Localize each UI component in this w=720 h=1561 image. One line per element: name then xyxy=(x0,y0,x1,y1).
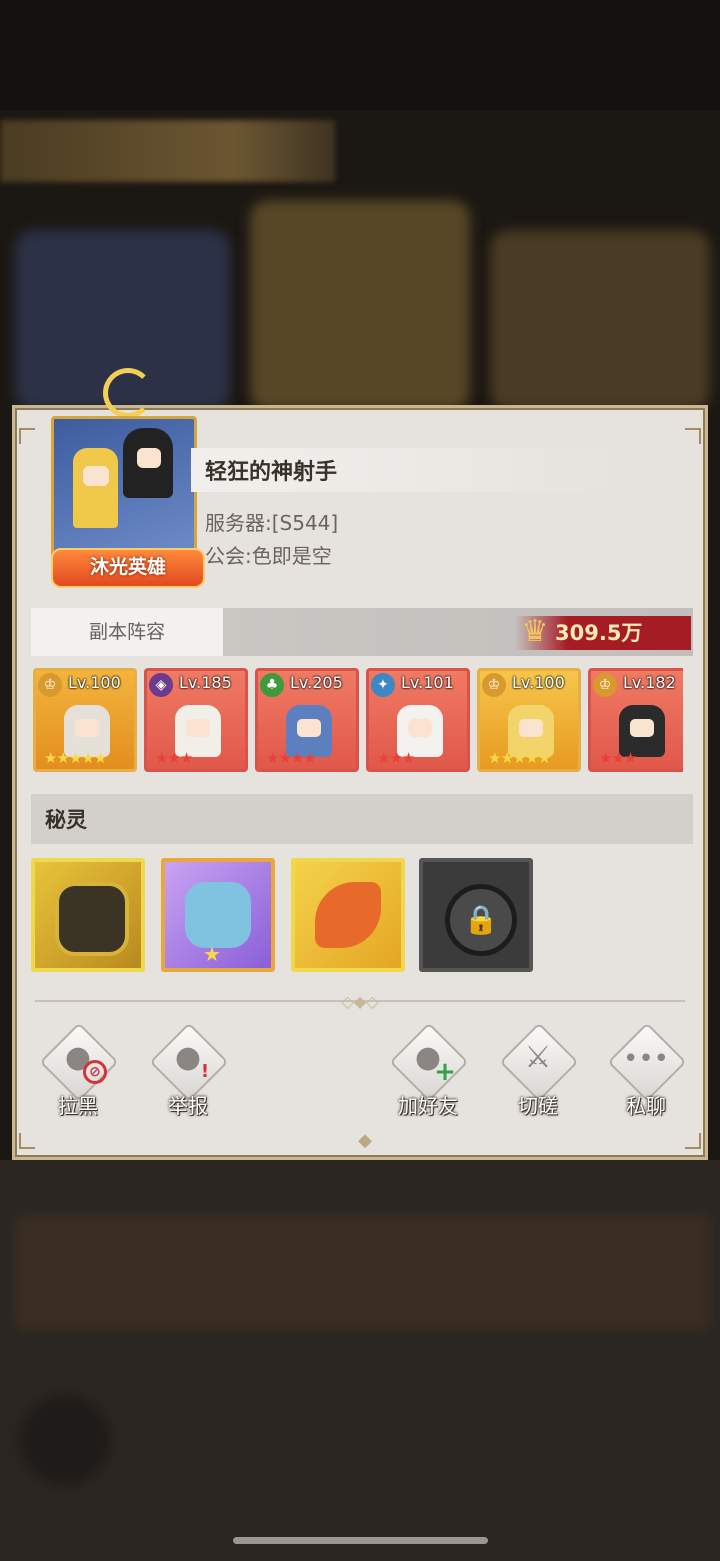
hero-stars: ★★★★★ xyxy=(488,749,551,767)
tree-icon: ♣ xyxy=(260,673,284,697)
player-info-dialog: 沐光英雄 轻狂的神射手 服务器:[S544] 公会:色即是空 副本阵容 309.… xyxy=(12,368,708,1160)
player-avatar[interactable]: 沐光英雄 xyxy=(33,368,205,588)
add-friend-label: 加好友 xyxy=(398,1094,458,1118)
hero-card[interactable]: ♔ Lv.100 ★★★★★ xyxy=(33,668,137,772)
staff-icon xyxy=(103,368,153,418)
alert-icon: ! xyxy=(200,1061,210,1082)
bg-card xyxy=(490,230,710,410)
chat-label: 私聊 xyxy=(626,1094,666,1118)
hero-card[interactable]: ♔ Lv.100 ★★★★★ xyxy=(477,668,581,772)
crown-icon: ♔ xyxy=(38,673,62,697)
hero-level: Lv.101 xyxy=(401,673,454,692)
crown-icon: ♔ xyxy=(482,673,506,697)
spirit-slot-phoenix[interactable] xyxy=(291,858,405,972)
crown-icon: ♔ xyxy=(593,673,617,697)
hero-stars: ★★★ xyxy=(155,749,193,767)
water-icon: ✦ xyxy=(371,673,395,697)
crossed-swords-icon: ⚔ xyxy=(524,1040,552,1075)
bottom-ornament: ◆ xyxy=(358,1130,372,1151)
dark-icon: ◈ xyxy=(149,673,173,697)
divider-ornament: ◇◆◇ xyxy=(341,992,379,1011)
hero-stars: ★★★★ xyxy=(266,749,317,767)
unicorn-dragon-icon xyxy=(185,882,251,948)
block-label: 拉黑 xyxy=(58,1094,98,1118)
lock-icon: 🔒 xyxy=(445,884,517,956)
hero-lineup: ♔ Lv.100 ★★★★★ ◈ Lv.185 ★★★ ♣ Lv.205 ★★★… xyxy=(33,668,683,776)
duel-button[interactable]: ⚔ 切磋 xyxy=(497,1022,579,1118)
hero-card[interactable]: ✦ Lv.101 ★★★ xyxy=(366,668,470,772)
bg-row xyxy=(15,1215,710,1330)
guild-label: 公会:色即是空 xyxy=(205,544,332,568)
hero-level: Lv.182 xyxy=(623,673,676,692)
hero-level: Lv.205 xyxy=(290,673,343,692)
report-button[interactable]: ● ! 举报 xyxy=(147,1022,229,1118)
bg-card xyxy=(250,200,470,410)
server-label: 服务器:[S544] xyxy=(205,511,339,535)
corner-ornament xyxy=(685,428,701,444)
hero-stars: ★★★ xyxy=(599,749,637,767)
plus-icon: + xyxy=(434,1057,456,1087)
chat-button[interactable]: ••• 私聊 xyxy=(605,1022,687,1118)
spirit-slot-golden-knight[interactable] xyxy=(31,858,145,972)
duel-label: 切磋 xyxy=(518,1094,558,1118)
spirit-header xyxy=(31,794,693,844)
hero-stars: ★★★★★ xyxy=(44,749,107,767)
avatar-character xyxy=(73,448,118,528)
phoenix-icon xyxy=(315,882,381,948)
hero-card[interactable]: ◈ Lv.185 ★★★ xyxy=(144,668,248,772)
hero-level: Lv.185 xyxy=(179,673,232,692)
add-friend-button[interactable]: ● + 加好友 xyxy=(387,1022,469,1118)
power-icon: ♛ xyxy=(521,614,549,649)
bg-circle-button xyxy=(20,1395,110,1485)
hero-level: Lv.100 xyxy=(512,673,565,692)
bg-top xyxy=(0,0,720,110)
hero-stars: ★★★ xyxy=(377,749,415,767)
chat-bubble-icon: ••• xyxy=(622,1044,669,1074)
block-icon: ⊘ xyxy=(83,1060,107,1084)
spirit-stars: ★ xyxy=(203,942,221,966)
corner-ornament xyxy=(685,1133,701,1149)
avatar-badge: 沐光英雄 xyxy=(51,548,205,588)
spirit-section-title: 秘灵 xyxy=(45,808,87,832)
avatar-character xyxy=(123,428,173,498)
spirit-slot-locked[interactable]: 🔒 xyxy=(419,858,533,972)
hero-card[interactable]: ♔ Lv.182 ★★★ xyxy=(588,668,683,772)
bg-banner xyxy=(0,120,335,182)
home-indicator[interactable] xyxy=(233,1537,488,1544)
block-button[interactable]: ● ⊘ 拉黑 xyxy=(37,1022,119,1118)
hero-card[interactable]: ♣ Lv.205 ★★★★ xyxy=(255,668,359,772)
report-label: 举报 xyxy=(168,1094,208,1118)
corner-ornament xyxy=(19,1133,35,1149)
lineup-tab[interactable]: 副本阵容 xyxy=(31,608,223,656)
hero-level: Lv.100 xyxy=(68,673,121,692)
player-name: 轻狂的神射手 xyxy=(205,460,338,485)
spirit-slot-unicorn[interactable]: ★ xyxy=(161,858,275,972)
golden-knight-icon xyxy=(55,882,129,956)
